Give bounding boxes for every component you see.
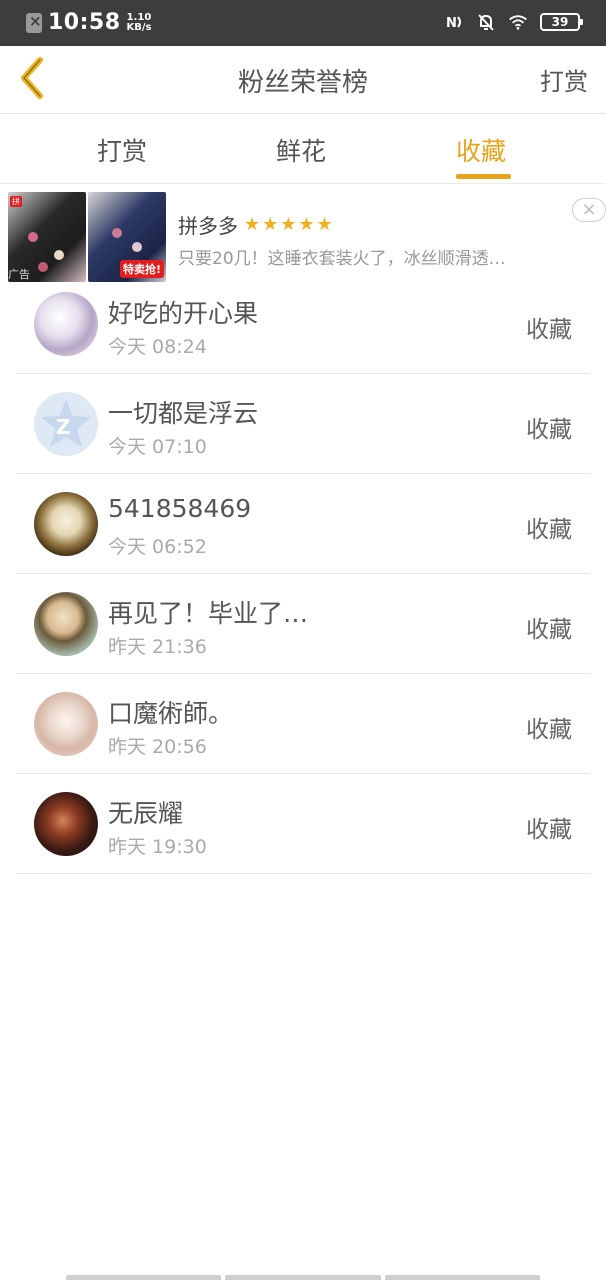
svg-text:Z: Z xyxy=(56,415,71,439)
ad-flower-decoration xyxy=(54,250,64,260)
list-item[interactable]: 再见了！毕业了… 昨天 21:36 收藏 xyxy=(16,574,590,674)
header: 粉丝荣誉榜 打赏 xyxy=(0,46,606,114)
rating-stars-icon: ★★★★★ xyxy=(244,214,335,235)
ad-flower-decoration xyxy=(38,262,48,272)
ad-brand: 拼多多 ★★★★★ xyxy=(178,210,335,239)
tab-flowers[interactable]: 鲜花 xyxy=(276,132,326,168)
gesture-bar-segment[interactable] xyxy=(225,1275,381,1280)
fan-list: 好吃的开心果 今天 08:24 收藏 Z 一切都是浮云 今天 07:10 收藏 … xyxy=(16,274,590,874)
gesture-bar-segment[interactable] xyxy=(384,1275,540,1280)
gesture-bar-segment[interactable] xyxy=(66,1275,222,1280)
tab-reward[interactable]: 打赏 xyxy=(97,132,147,168)
svg-text:N: N xyxy=(446,16,457,31)
ad-banner[interactable]: 拼 广告 特卖抢! 拼多多 ★★★★★ 只要20几！这睡衣套装火了，冰丝顺滑透…… xyxy=(8,192,606,284)
tab-active-indicator xyxy=(456,174,511,179)
item-action-label: 收藏 xyxy=(526,717,572,743)
item-time: 今天 07:10 xyxy=(108,436,207,458)
status-left: 10:58 1.10 KB/s xyxy=(26,10,152,35)
ad-badge: 拼 xyxy=(10,196,22,207)
network-speed-unit: KB/s xyxy=(126,21,152,33)
ad-brand-name: 拼多多 xyxy=(178,214,238,238)
tab-bar: 打赏 鲜花 收藏 xyxy=(0,114,606,184)
ad-description: 只要20几！这睡衣套装火了，冰丝顺滑透… xyxy=(178,249,506,269)
user-name: 无辰耀 xyxy=(108,799,184,828)
list-item[interactable]: 口魔術師。 昨天 20:56 收藏 xyxy=(16,674,590,774)
user-name: 541858469 xyxy=(108,494,252,523)
page-title: 粉丝荣誉榜 xyxy=(237,68,368,98)
item-time: 昨天 21:36 xyxy=(108,636,207,658)
reward-button[interactable]: 打赏 xyxy=(540,62,588,97)
item-action-label: 收藏 xyxy=(526,817,572,843)
ad-close-button[interactable]: × xyxy=(572,198,606,222)
nfc-icon: N xyxy=(446,16,461,31)
avatar[interactable] xyxy=(34,292,98,356)
item-action-label: 收藏 xyxy=(526,317,572,343)
ad-flower-decoration xyxy=(112,228,122,238)
avatar[interactable] xyxy=(34,792,98,856)
tab-favorites[interactable]: 收藏 xyxy=(456,132,506,168)
mute-bell-icon xyxy=(478,14,494,31)
list-item[interactable]: 好吃的开心果 今天 08:24 收藏 xyxy=(16,274,590,374)
user-name: 好吃的开心果 xyxy=(108,299,259,328)
avatar[interactable] xyxy=(34,692,98,756)
user-name: 再见了！毕业了… xyxy=(108,599,309,628)
network-speed: 1.10 KB/s xyxy=(126,11,152,33)
status-bar: 10:58 1.10 KB/s N 39 xyxy=(0,0,606,46)
item-action-label: 收藏 xyxy=(526,617,572,643)
item-time: 昨天 19:30 xyxy=(108,836,207,858)
avatar[interactable] xyxy=(34,492,98,556)
item-action-label: 收藏 xyxy=(526,517,572,543)
list-item[interactable]: 无辰耀 昨天 19:30 收藏 xyxy=(16,774,590,874)
item-time: 今天 06:52 xyxy=(108,536,207,558)
item-action-label: 收藏 xyxy=(526,417,572,443)
list-item[interactable]: Z 一切都是浮云 今天 07:10 收藏 xyxy=(16,374,590,474)
avatar[interactable] xyxy=(34,592,98,656)
wifi-icon xyxy=(509,15,527,30)
ad-image-2[interactable]: 特卖抢! xyxy=(88,192,166,282)
ad-flower-decoration xyxy=(28,232,38,242)
item-time: 今天 08:24 xyxy=(108,336,207,358)
status-right: N 39 xyxy=(444,12,583,32)
list-item[interactable]: 541858469 今天 06:52 收藏 xyxy=(16,474,590,574)
user-name: 口魔術師。 xyxy=(108,699,234,728)
avatar[interactable]: Z xyxy=(34,392,98,456)
user-name: 一切都是浮云 xyxy=(108,399,259,428)
gesture-bar[interactable] xyxy=(66,1275,540,1280)
default-avatar-star-icon: Z xyxy=(41,400,91,447)
ad-image-1[interactable]: 拼 广告 xyxy=(8,192,86,282)
ad-flower-decoration xyxy=(132,242,142,252)
item-time: 昨天 20:56 xyxy=(108,736,207,758)
battery-icon: 39 xyxy=(540,13,583,31)
no-sim-icon xyxy=(26,12,42,33)
network-speed-value: 1.10 xyxy=(126,11,152,23)
status-time: 10:58 xyxy=(48,10,121,35)
